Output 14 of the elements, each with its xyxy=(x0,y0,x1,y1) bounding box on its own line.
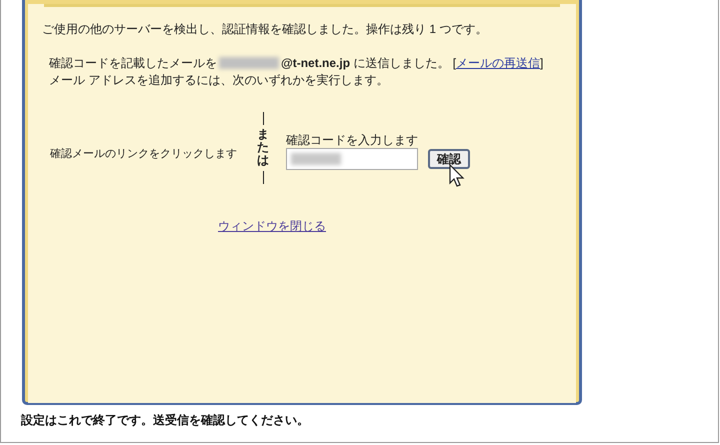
option-text: 確認メールのリンクをクリックします xyxy=(50,147,237,162)
sent-message: 確認コードを記載したメールを @t-net.ne.jp に送信しました。 [メールの再送信] xyxy=(49,54,544,72)
code-label: 確認コードを入力します xyxy=(286,132,418,149)
resend-link[interactable]: メールの再送信 xyxy=(456,54,540,72)
status-message: ご使用の他のサーバーを検出し、認証情報を確認しました。操作は残り 1 つです。 xyxy=(42,21,488,38)
code-input-field[interactable] xyxy=(286,148,418,170)
or-label: または xyxy=(257,128,269,168)
redacted-text xyxy=(219,57,279,69)
redacted-text xyxy=(291,153,341,165)
footer-message: 設定はこれで終了です。送受信を確認してください。 xyxy=(21,412,309,429)
confirm-button[interactable]: 確認 xyxy=(428,149,470,169)
mouse-pointer-icon xyxy=(449,164,465,188)
instruction-text: メール アドレスを追加するには、次のいずれかを実行します。 xyxy=(49,72,388,89)
close-window-link[interactable]: ウィンドウを閉じる xyxy=(218,217,326,235)
